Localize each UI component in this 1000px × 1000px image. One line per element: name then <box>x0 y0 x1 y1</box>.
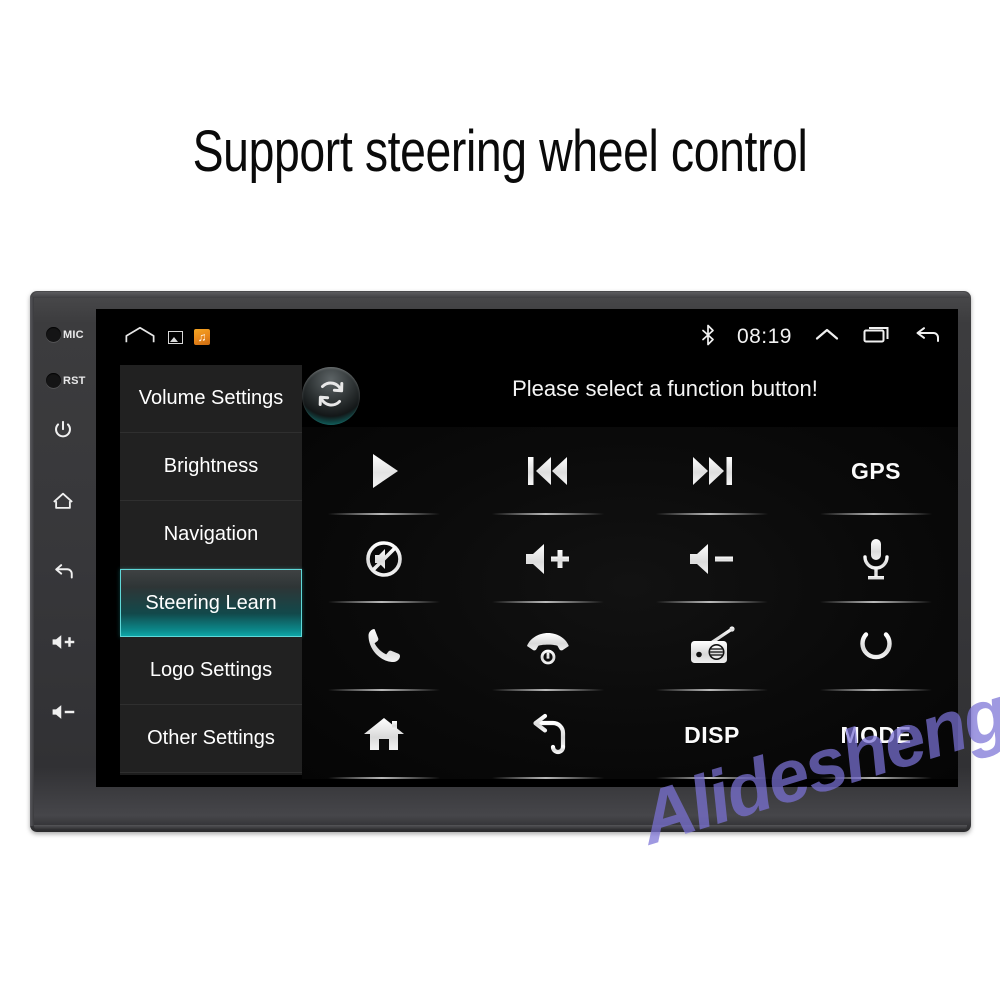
function-button-power[interactable] <box>794 603 958 691</box>
display-label: DISP <box>684 721 740 748</box>
screen-body: Volume Settings Brightness Navigation St… <box>96 365 958 787</box>
back-arrow-icon <box>525 713 571 757</box>
home-icon <box>51 490 75 512</box>
function-button-play[interactable] <box>302 427 466 515</box>
mic-hole-icon <box>46 327 61 342</box>
function-button-mode[interactable]: MODE <box>794 691 958 779</box>
menu-item-label: Navigation <box>163 523 259 545</box>
sync-refresh-button[interactable] <box>302 367 360 425</box>
car-head-unit-device: MIC RST ♫ 08:19 Volume Settings Brightne… <box>30 291 971 832</box>
device-bezel-controls: MIC RST <box>40 305 96 817</box>
function-button-gps[interactable]: GPS <box>794 427 958 515</box>
menu-item-label: Volume Settings <box>138 387 284 409</box>
device-bottom-edge <box>34 825 967 830</box>
mic-label: MIC <box>63 328 84 341</box>
music-note-glyph: ♫ <box>197 330 207 344</box>
radio-icon <box>687 625 737 669</box>
microphone-icon <box>860 536 892 582</box>
play-icon <box>364 449 404 493</box>
music-notification-icon[interactable]: ♫ <box>194 329 210 345</box>
page-root: Support steering wheel control MIC RST ♫… <box>0 0 1000 1000</box>
hangup-icon <box>523 627 573 667</box>
head-unit-screen: ♫ 08:19 Volume Settings Brightness Navig… <box>96 309 958 787</box>
status-bar-left: ♫ <box>123 325 210 350</box>
android-status-bar: ♫ 08:19 <box>96 309 958 365</box>
menu-item-volume-settings[interactable]: Volume Settings <box>120 365 302 433</box>
function-button-home[interactable] <box>302 691 466 779</box>
menu-item-label: Other Settings <box>147 727 275 749</box>
bezel-volume-down-button[interactable] <box>46 697 80 727</box>
bluetooth-icon <box>701 324 715 351</box>
next-track-icon <box>688 450 736 492</box>
page-title: Support steering wheel control <box>192 119 808 184</box>
function-button-back[interactable] <box>466 691 630 779</box>
reset-label: RST <box>63 374 86 387</box>
chevron-up-icon[interactable] <box>814 325 840 350</box>
sync-refresh-icon <box>314 377 348 416</box>
menu-item-brightness[interactable]: Brightness <box>120 433 302 501</box>
function-button-previous-track[interactable] <box>466 427 630 515</box>
function-button-display[interactable]: DISP <box>630 691 794 779</box>
menu-item-logo-settings[interactable]: Logo Settings <box>120 637 302 705</box>
mic-hole: MIC <box>46 327 84 342</box>
menu-item-navigation[interactable]: Navigation <box>120 501 302 569</box>
bezel-power-button[interactable] <box>46 415 80 445</box>
function-button-next-track[interactable] <box>630 427 794 515</box>
bezel-volume-up-button[interactable] <box>46 627 80 657</box>
back-arrow-icon[interactable] <box>912 324 942 351</box>
function-button-microphone[interactable] <box>794 515 958 603</box>
previous-track-icon <box>524 450 572 492</box>
volume-down-icon <box>50 702 76 722</box>
volume-down-icon <box>686 539 738 579</box>
hint-row: Please select a function button! <box>302 365 958 427</box>
bezel-back-button[interactable] <box>46 557 80 587</box>
menu-item-other-settings[interactable]: Other Settings <box>120 705 302 773</box>
volume-up-icon <box>522 539 574 579</box>
mode-label: MODE <box>840 721 912 748</box>
hint-text: Please select a function button! <box>512 376 818 401</box>
menu-item-label: Brightness <box>163 455 259 477</box>
menu-item-steering-learn[interactable]: Steering Learn <box>120 569 302 637</box>
menu-item-label: Logo Settings <box>149 659 273 681</box>
function-button-mute[interactable] <box>302 515 466 603</box>
status-bar-right: 08:19 <box>701 324 942 351</box>
function-button-grid: GPS DISP MODE <box>302 427 958 779</box>
gallery-notification-icon[interactable] <box>168 330 183 344</box>
function-button-volume-down[interactable] <box>630 515 794 603</box>
function-button-call-hangup[interactable] <box>466 603 630 691</box>
device-top-edge <box>32 292 969 298</box>
reset-hole-icon <box>46 373 61 388</box>
device-left-edge <box>30 297 34 826</box>
gps-label: GPS <box>850 457 902 484</box>
power-icon <box>855 625 897 669</box>
mute-icon <box>362 537 406 581</box>
volume-up-icon <box>50 632 76 652</box>
power-icon <box>52 419 74 441</box>
function-button-call-answer[interactable] <box>302 603 466 691</box>
home-icon <box>361 714 407 756</box>
bezel-home-button[interactable] <box>46 486 80 516</box>
home-outline-icon[interactable] <box>123 325 157 350</box>
recents-icon[interactable] <box>862 325 890 350</box>
menu-item-label: Steering Learn <box>145 591 277 614</box>
function-button-radio[interactable] <box>630 603 794 691</box>
settings-menu: Volume Settings Brightness Navigation St… <box>120 365 302 775</box>
phone-icon <box>362 625 406 669</box>
function-button-volume-up[interactable] <box>466 515 630 603</box>
back-arrow-icon <box>51 561 76 583</box>
reset-button[interactable]: RST <box>46 373 86 388</box>
status-bar-clock: 08:19 <box>736 325 792 348</box>
